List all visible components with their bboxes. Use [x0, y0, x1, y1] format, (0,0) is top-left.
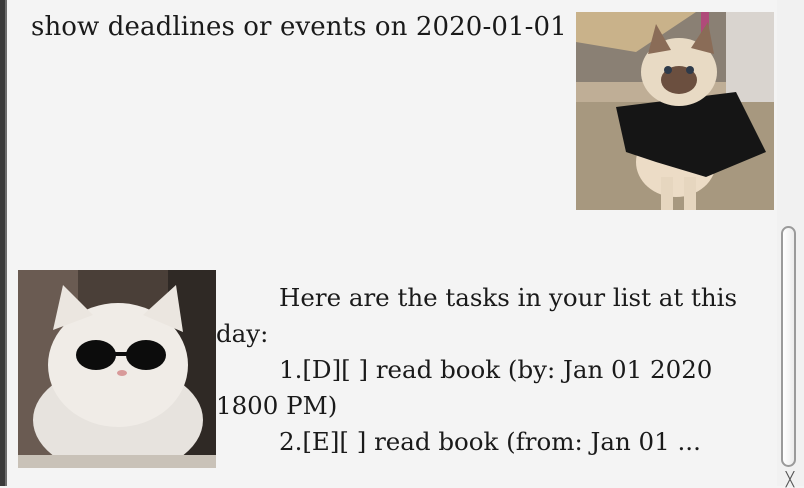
window-left-edge — [0, 0, 7, 486]
chevron-down-icon[interactable]: ╳ — [781, 473, 799, 487]
bot-line-task-2: 2.[E][ ] read book (from: Jan 01 ... — [279, 427, 701, 456]
vertical-scrollbar[interactable]: ╳ — [777, 0, 804, 487]
user-message: show deadlines or events on 2020-01-01 — [31, 12, 567, 42]
user-avatar — [576, 12, 774, 210]
bot-line-intro-cont: day: — [216, 319, 269, 348]
bot-line-intro: Here are the tasks in your list at this — [279, 283, 738, 312]
scrollbar-thumb[interactable] — [781, 226, 796, 467]
bot-response: Here are the tasks in your list at this … — [216, 280, 774, 460]
bot-line-task-1-cont: 1800 PM) — [216, 391, 338, 420]
chat-dialog-container[interactable]: show deadlines or events on 2020-01-01 H… — [7, 0, 777, 486]
bot-avatar — [18, 270, 216, 468]
bot-line-task-1: 1.[D][ ] read book (by: Jan 01 2020 — [279, 355, 713, 384]
